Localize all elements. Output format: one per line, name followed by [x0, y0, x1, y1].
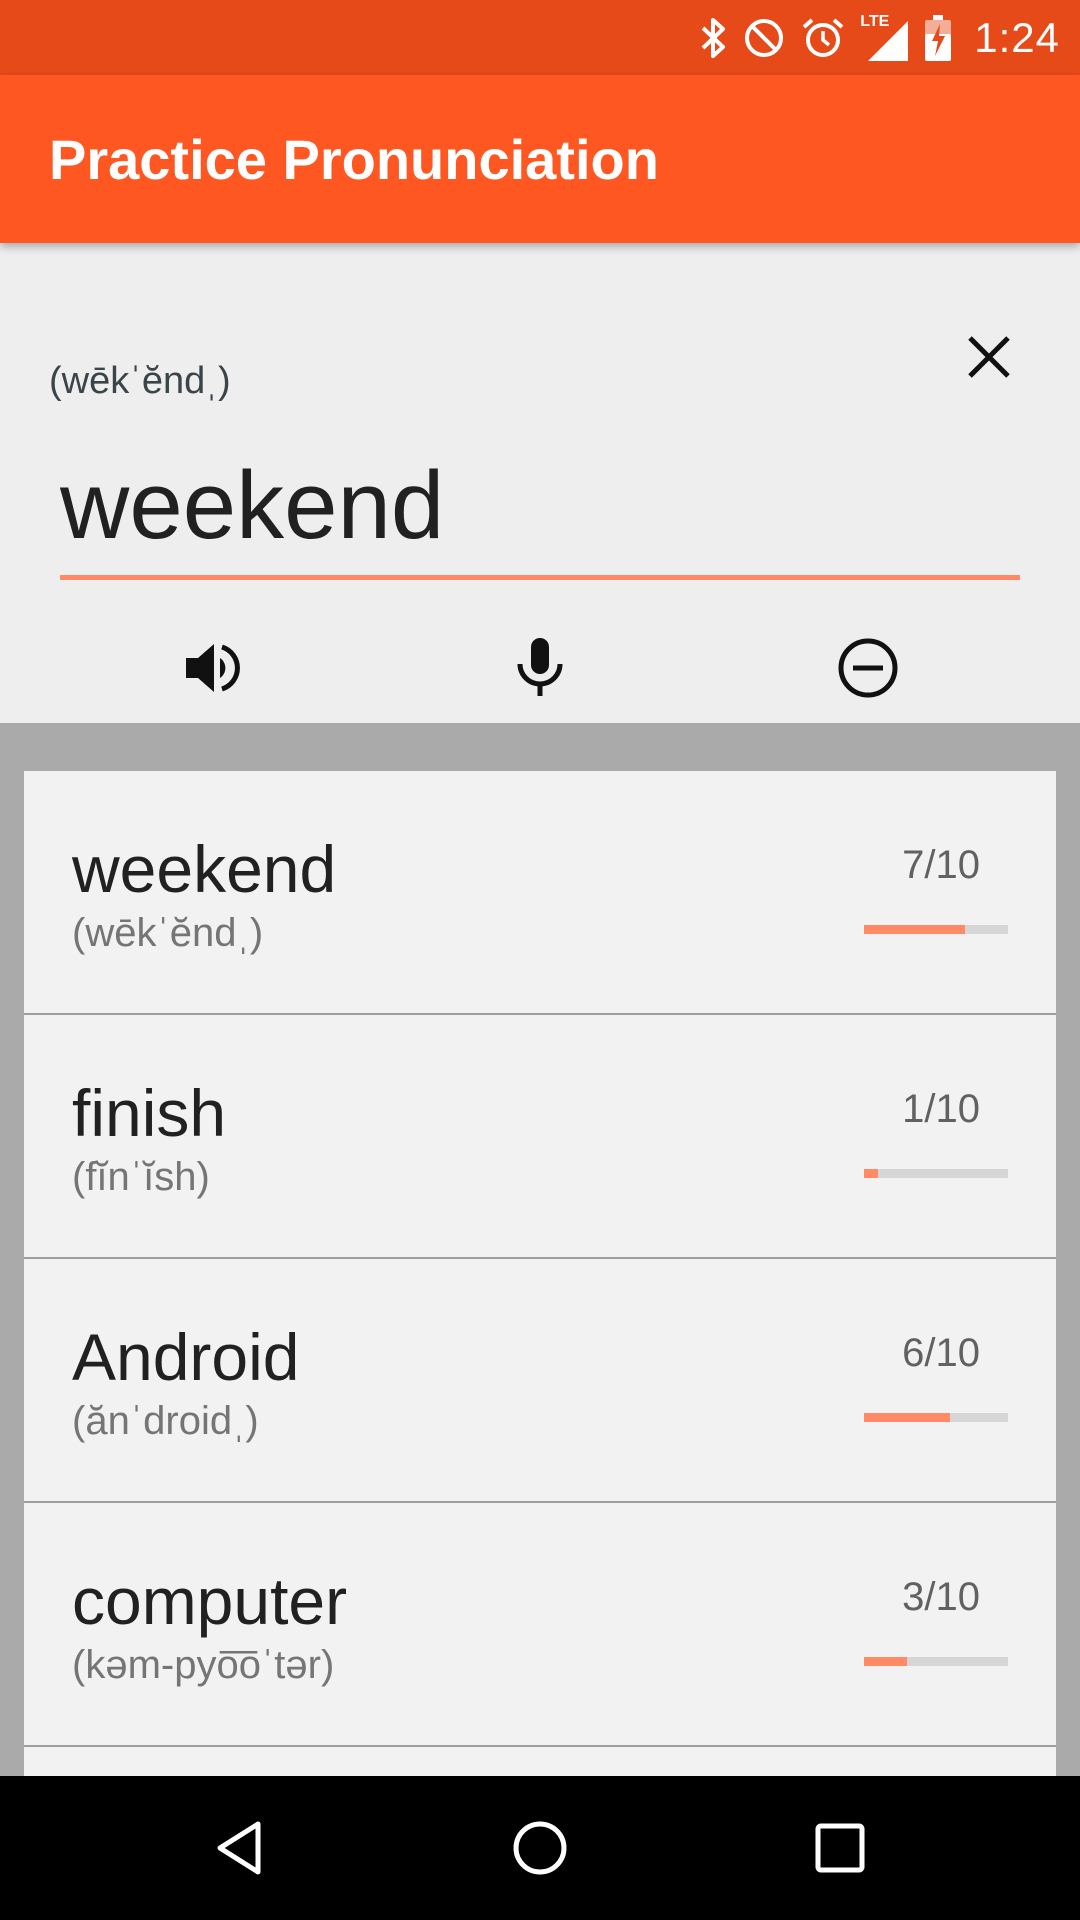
bluetooth-icon: [698, 17, 728, 59]
score-progress: [864, 1169, 1008, 1178]
remove-button[interactable]: [828, 628, 908, 708]
list-item[interactable]: weekend (wēkˈĕndˌ) 7/10: [24, 771, 1056, 1015]
list-item[interactable]: Android (ănˈdroidˌ) 6/10: [24, 1259, 1056, 1503]
speaker-icon: [186, 644, 240, 692]
item-phonetic: (fĭnˈĭsh): [72, 1155, 210, 1199]
item-word: Android: [72, 1320, 300, 1394]
do-not-disturb-icon: [742, 16, 786, 60]
item-word: finish: [72, 1076, 227, 1150]
recents-icon: [815, 1823, 865, 1873]
score-progress-fill: [864, 925, 965, 934]
app-bar: Practice Pronunciation: [0, 75, 1080, 243]
word-editor-panel: (wēkˈĕndˌ): [0, 243, 1080, 723]
score-progress-fill: [864, 1169, 879, 1178]
item-score: 1/10: [902, 1087, 980, 1131]
status-time: 1:24: [974, 13, 1060, 61]
item-score: 6/10: [902, 1331, 980, 1375]
back-button[interactable]: [195, 1803, 285, 1893]
alarm-icon: [800, 15, 846, 61]
microphone-icon: [517, 638, 563, 696]
close-button[interactable]: [959, 327, 1019, 387]
score-progress-fill: [864, 1657, 908, 1666]
score-progress: [864, 1657, 1008, 1666]
item-word: computer: [72, 1564, 348, 1638]
input-underline: [60, 575, 1020, 580]
action-row: [0, 628, 1080, 708]
item-phonetic: (kəm-pyo͞oˈtər): [72, 1643, 335, 1687]
app-title: Practice Pronunciation: [49, 128, 659, 191]
home-button[interactable]: [495, 1803, 585, 1893]
remove-icon: [838, 638, 898, 698]
list-item[interactable]: [24, 1747, 1056, 1776]
word-input[interactable]: [60, 458, 1018, 553]
item-score: 3/10: [902, 1575, 980, 1619]
recents-button[interactable]: [795, 1803, 885, 1893]
status-icons: LTE 1:24: [698, 0, 1060, 75]
record-button[interactable]: [500, 628, 580, 708]
lte-signal-icon: LTE: [860, 13, 910, 63]
navigation-bar: [0, 1776, 1080, 1920]
item-phonetic: (wēkˈĕndˌ): [72, 911, 264, 955]
close-icon: [968, 336, 1010, 378]
back-icon: [217, 1821, 261, 1875]
item-phonetic: (ănˈdroidˌ): [72, 1399, 259, 1443]
item-word: weekend: [72, 832, 337, 906]
speak-button[interactable]: [172, 628, 252, 708]
phonetic-hint: (wēkˈĕndˌ): [49, 360, 231, 402]
word-list: weekend (wēkˈĕndˌ) 7/10 finish (fĭnˈĭsh)…: [24, 771, 1056, 1776]
battery-charging-icon: [924, 14, 952, 62]
score-progress: [864, 1413, 1008, 1422]
status-bar: LTE 1:24: [0, 0, 1080, 75]
score-progress: [864, 925, 1008, 934]
home-icon: [513, 1821, 567, 1875]
score-progress-fill: [864, 1413, 951, 1422]
list-item[interactable]: finish (fĭnˈĭsh) 1/10: [24, 1015, 1056, 1259]
word-list-area: weekend (wēkˈĕndˌ) 7/10 finish (fĭnˈĭsh)…: [0, 723, 1080, 1776]
list-item[interactable]: computer (kəm-pyo͞oˈtər) 3/10: [24, 1503, 1056, 1747]
item-score: 7/10: [902, 843, 980, 887]
